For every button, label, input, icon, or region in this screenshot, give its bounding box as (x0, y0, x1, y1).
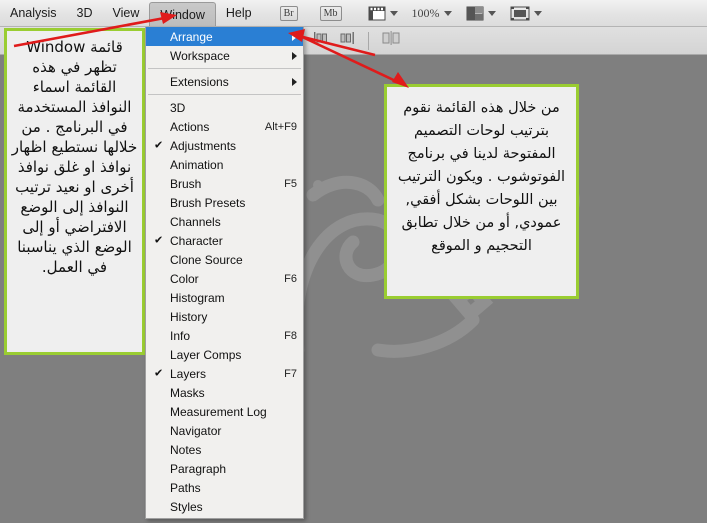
menu-item-label: Brush (170, 176, 202, 191)
menu-item-label: Histogram (170, 290, 225, 305)
menu-item-label: Brush Presets (170, 195, 246, 210)
menu-item-label: Notes (170, 442, 202, 457)
menu-item-channels[interactable]: Channels (146, 212, 303, 231)
menu-help[interactable]: Help (216, 0, 262, 26)
menu-bar: Analysis 3D View Window Help Br Mb 100% (0, 0, 707, 27)
submenu-arrow-icon (292, 51, 297, 60)
menu-item-label: Paths (170, 480, 201, 495)
menu-item-label: Actions (170, 119, 210, 134)
menu-item-3d[interactable]: 3D (146, 98, 303, 117)
menu-item-label: Adjustments (170, 138, 237, 153)
menu-item-brush-presets[interactable]: Brush Presets (146, 193, 303, 212)
menu-item-label: Animation (170, 157, 224, 172)
menu-item-shortcut: F6 (284, 272, 297, 285)
menu-item-extensions[interactable]: Extensions (146, 72, 303, 91)
screen-mode-icon[interactable] (510, 6, 530, 21)
menu-item-brush[interactable]: Brush F5 (146, 174, 303, 193)
menu-item-masks[interactable]: Masks (146, 383, 303, 402)
menu-item-layer-comps[interactable]: Layer Comps (146, 345, 303, 364)
view-extras-icon[interactable] (368, 6, 386, 21)
menu-item-clone-source[interactable]: Clone Source (146, 250, 303, 269)
checkmark-icon: ✔ (154, 367, 164, 379)
submenu-arrow-icon (292, 77, 297, 86)
menu-3d[interactable]: 3D (67, 0, 103, 26)
menu-item-actions[interactable]: Actions Alt+F9 (146, 117, 303, 136)
bridge-button[interactable]: Br (279, 5, 298, 21)
arrange-documents-chevron-down-icon[interactable] (487, 10, 496, 16)
menu-item-shortcut: F8 (284, 329, 297, 342)
menu-item-label: Info (170, 328, 191, 343)
menu-item-shortcut: Alt+F9 (264, 120, 297, 133)
menu-item-arrange[interactable]: Arrange (146, 27, 303, 46)
distribute-icon[interactable] (382, 31, 400, 50)
menu-item-measurement-log[interactable]: Measurement Log (146, 402, 303, 421)
menu-item-histogram[interactable]: Histogram (146, 288, 303, 307)
submenu-arrow-icon (292, 32, 297, 41)
menu-item-notes[interactable]: Notes (146, 440, 303, 459)
menu-window-label: Window (160, 7, 205, 22)
menu-item-label: Character (170, 233, 223, 248)
menu-item-label: Arrange (170, 29, 213, 44)
menu-item-layers[interactable]: ✔ Layers F7 (146, 364, 303, 383)
menu-item-label: Measurement Log (170, 404, 267, 419)
checkmark-icon: ✔ (154, 139, 164, 151)
align-left-edges-icon[interactable] (313, 31, 329, 50)
menu-item-label: Color (170, 271, 199, 286)
menu-item-styles[interactable]: Styles (146, 497, 303, 516)
mini-bridge-button[interactable]: Mb (319, 5, 342, 21)
menu-item-label: Extensions (170, 74, 229, 89)
menu-separator (148, 68, 301, 69)
menu-item-shortcut: F7 (284, 367, 297, 380)
menu-item-label: Styles (170, 499, 203, 514)
arrange-documents-icon[interactable] (466, 6, 484, 21)
menu-analysis-label: Analysis (10, 6, 57, 20)
menu-item-color[interactable]: Color F6 (146, 269, 303, 288)
annotation-left-note: قائمة Window تظهر في هذه القائمة اسماء ا… (4, 28, 145, 355)
window-dropdown-menu[interactable]: Arrange Workspace Extensions 3D Actions Alt+F… (145, 27, 304, 519)
menu-view-label: View (112, 6, 140, 20)
options-divider (368, 31, 369, 50)
zoom-chevron-down-icon[interactable] (443, 10, 452, 16)
menu-3d-label: 3D (76, 6, 93, 20)
menu-item-paths[interactable]: Paths (146, 478, 303, 497)
menu-item-label: Paragraph (170, 461, 227, 476)
menu-item-character[interactable]: ✔ Character (146, 231, 303, 250)
menu-help-label: Help (225, 6, 252, 20)
menu-item-label: Layers (170, 366, 207, 381)
menu-item-label: Clone Source (170, 252, 243, 267)
menu-item-label: Layer Comps (170, 347, 242, 362)
menu-item-navigator[interactable]: Navigator (146, 421, 303, 440)
menu-separator (148, 94, 301, 95)
menu-view[interactable]: View (103, 0, 150, 26)
menu-item-workspace[interactable]: Workspace (146, 46, 303, 65)
menu-item-paragraph[interactable]: Paragraph (146, 459, 303, 478)
zoom-level-value: 100% (411, 5, 440, 20)
menu-item-animation[interactable]: Animation (146, 155, 303, 174)
menu-item-label: Channels (170, 214, 221, 229)
menu-item-label: History (170, 309, 208, 324)
menu-item-label: Masks (170, 385, 205, 400)
menubar-spacer (262, 0, 276, 26)
menu-analysis[interactable]: Analysis (0, 0, 67, 26)
annotation-right-note: من خلال هذه القائمة نقوم بترتيب لوحات ال… (384, 84, 579, 299)
align-horizontal-centers-icon[interactable] (339, 31, 355, 50)
menubar-spacer-3 (346, 0, 360, 26)
photoshop-workspace: Analysis 3D View Window Help Br Mb 100% (0, 0, 707, 523)
menu-item-history[interactable]: History (146, 307, 303, 326)
menu-item-adjustments[interactable]: ✔ Adjustments (146, 136, 303, 155)
checkmark-icon: ✔ (154, 234, 164, 246)
menu-item-label: Navigator (170, 423, 222, 438)
screen-mode-chevron-down-icon[interactable] (533, 10, 542, 16)
view-extras-chevron-down-icon[interactable] (389, 10, 398, 16)
menu-item-label: 3D (170, 100, 186, 115)
menu-item-info[interactable]: Info F8 (146, 326, 303, 345)
menu-window[interactable]: Window (149, 2, 216, 26)
menu-item-shortcut: F5 (284, 177, 297, 190)
menubar-spacer-2 (302, 0, 316, 26)
menu-item-label: Workspace (170, 48, 230, 63)
